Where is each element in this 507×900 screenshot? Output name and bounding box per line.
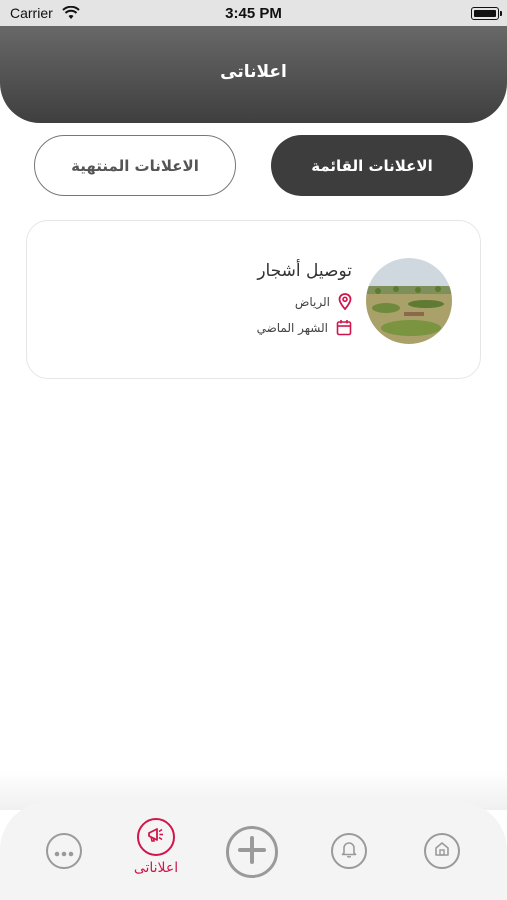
nav-home-button[interactable] <box>424 833 460 869</box>
more-icon <box>54 842 74 861</box>
bell-icon <box>341 840 357 862</box>
nav-more-button[interactable] <box>46 833 82 869</box>
ad-title: توصيل أشجار <box>257 261 352 281</box>
ad-date: الشهر الماضي <box>256 320 328 335</box>
megaphone-icon <box>145 824 167 850</box>
nav-my-ads-button[interactable] <box>137 818 175 856</box>
ad-city: الرياض <box>294 294 330 309</box>
header-bar: اعلاناتى <box>0 26 507 123</box>
nav-my-ads-label[interactable]: اعلاناتى <box>120 860 192 876</box>
calendar-icon <box>336 319 352 336</box>
status-bar: Carrier 3:45 PM <box>0 0 507 26</box>
ad-thumbnail <box>366 258 452 344</box>
tab-expired-ads[interactable]: الاعلانات المنتهية <box>34 135 236 196</box>
plus-icon <box>237 835 267 869</box>
battery-icon <box>471 7 502 20</box>
clock: 3:45 PM <box>225 5 282 22</box>
ad-date-row: الشهر الماضي <box>257 319 352 336</box>
ad-card[interactable]: توصيل أشجار الرياض الشهر الماضي <box>26 220 481 379</box>
nav-add-ad-button[interactable] <box>226 826 278 878</box>
home-icon <box>434 841 450 861</box>
page-title: اعلاناتى <box>220 62 287 82</box>
nav-notifications-button[interactable] <box>331 833 367 869</box>
ad-location-row: الرياض <box>295 293 352 310</box>
tab-active-ads[interactable]: الاعلانات القائمة <box>271 135 473 196</box>
location-pin-icon <box>338 293 352 310</box>
